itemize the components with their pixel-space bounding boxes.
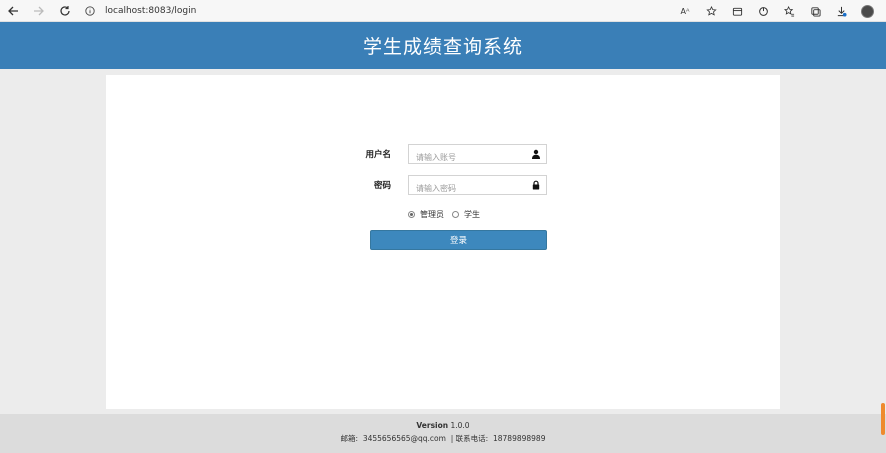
scrollbar-thumb[interactable] bbox=[881, 403, 885, 435]
user-icon bbox=[531, 149, 541, 159]
contact-separator: | bbox=[450, 434, 454, 443]
username-input[interactable] bbox=[409, 148, 527, 167]
favorites-list-button[interactable] bbox=[776, 0, 802, 22]
role-admin-label: 管理员 bbox=[420, 209, 444, 219]
phone-label: 联系电话: bbox=[455, 434, 489, 443]
info-icon bbox=[85, 6, 95, 16]
collections-button[interactable] bbox=[724, 0, 750, 22]
login-card: 用户名 密码 管理员 学生 登录 bbox=[106, 75, 780, 409]
browser-toolbar: localhost:8083/login Aᴬ bbox=[0, 0, 886, 22]
version-label: Version bbox=[416, 421, 449, 430]
page-title: 学生成绩查询系统 bbox=[362, 36, 523, 58]
star-add-icon bbox=[705, 5, 717, 16]
download-icon bbox=[837, 6, 847, 17]
radio-checked-icon[interactable] bbox=[408, 210, 415, 218]
password-row: 密码 bbox=[106, 175, 780, 198]
forward-button[interactable] bbox=[26, 0, 52, 22]
page-footer: Version 1.0.0 邮箱: 3455656565@qq.com | 联系… bbox=[0, 414, 886, 453]
email-label: 邮箱: bbox=[340, 434, 359, 443]
role-selector: 管理员 学生 bbox=[408, 208, 488, 220]
read-aloud-icon: Aᴬ bbox=[680, 6, 690, 16]
username-label: 用户名 bbox=[365, 150, 391, 160]
wallet-icon bbox=[732, 7, 742, 16]
role-student-label: 学生 bbox=[464, 209, 480, 219]
url-text: localhost:8083/login bbox=[105, 6, 197, 16]
password-field-wrap bbox=[408, 175, 547, 198]
login-button[interactable]: 登录 bbox=[370, 230, 547, 250]
password-input[interactable] bbox=[409, 179, 527, 198]
avatar bbox=[860, 4, 874, 18]
favorite-button[interactable] bbox=[698, 0, 724, 22]
puzzle-icon bbox=[758, 6, 768, 16]
arrow-left-icon bbox=[8, 6, 18, 15]
username-row: 用户名 bbox=[106, 144, 780, 167]
collections-icon bbox=[810, 6, 821, 17]
collections-list-button[interactable] bbox=[802, 0, 828, 22]
browser-actions: Aᴬ bbox=[672, 0, 880, 22]
star-list-icon bbox=[783, 5, 794, 16]
contact-line: 邮箱: 3455656565@qq.com | 联系电话: 1878989898… bbox=[0, 433, 886, 444]
password-label: 密码 bbox=[373, 181, 391, 191]
role-admin-radio[interactable]: 管理员 bbox=[408, 209, 444, 220]
email-value: 3455656565@qq.com bbox=[362, 434, 446, 443]
version-line: Version 1.0.0 bbox=[0, 421, 886, 430]
phone-value: 18789898989 bbox=[492, 434, 546, 443]
downloads-button[interactable] bbox=[828, 0, 854, 22]
extensions-button[interactable] bbox=[750, 0, 776, 22]
radio-unchecked-icon[interactable] bbox=[452, 210, 459, 218]
version-number: 1.0.0 bbox=[450, 421, 470, 430]
back-button[interactable] bbox=[0, 0, 26, 22]
address-bar[interactable]: localhost:8083/login bbox=[85, 2, 645, 20]
lock-icon bbox=[531, 180, 541, 190]
arrow-right-icon bbox=[34, 6, 44, 15]
role-student-radio[interactable]: 学生 bbox=[452, 209, 480, 220]
page-header: 学生成绩查询系统 bbox=[0, 22, 886, 69]
profile-button[interactable] bbox=[854, 0, 880, 22]
read-aloud-button[interactable]: Aᴬ bbox=[672, 0, 698, 22]
refresh-button[interactable] bbox=[52, 0, 78, 22]
refresh-icon bbox=[60, 5, 70, 16]
username-field-wrap bbox=[408, 144, 547, 167]
